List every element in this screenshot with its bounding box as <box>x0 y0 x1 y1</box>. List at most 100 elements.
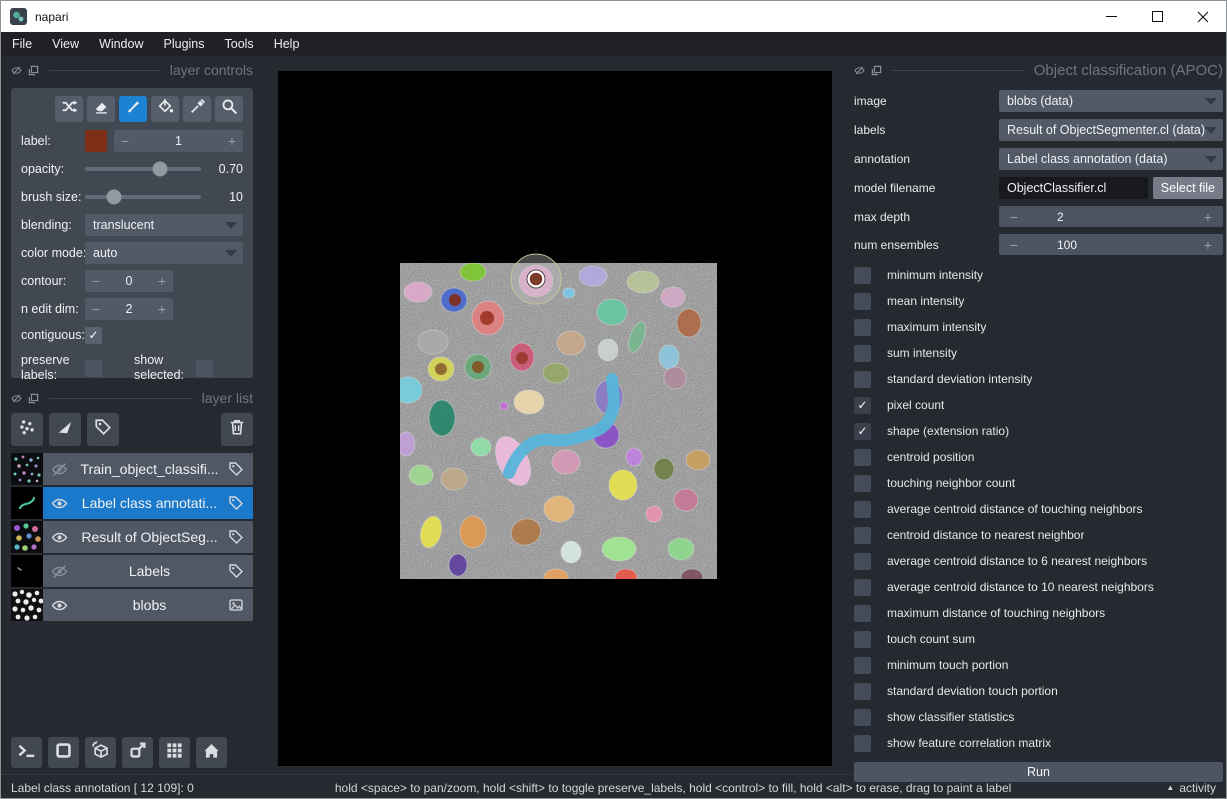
feature-checkbox[interactable] <box>854 345 871 362</box>
label-increment-button[interactable]: + <box>221 133 243 149</box>
feature-checkbox[interactable] <box>854 371 871 388</box>
activity-toggle[interactable]: ▲activity <box>1166 781 1216 795</box>
n-edit-dim-decrement-button[interactable]: − <box>85 301 107 317</box>
contour-spinbox[interactable]: − 0 + <box>85 270 173 292</box>
contour-decrement-button[interactable]: − <box>85 273 107 289</box>
feature-checkbox[interactable]: ✓ <box>854 397 871 414</box>
num-ensembles-spinbox[interactable]: − 100 + <box>999 234 1223 255</box>
feature-checkbox[interactable] <box>854 631 871 648</box>
new-shapes-layer-button[interactable] <box>49 413 81 446</box>
feature-checkbox[interactable] <box>854 449 871 466</box>
label-color-swatch[interactable] <box>85 130 107 152</box>
model-filename-input[interactable]: ObjectClassifier.cl <box>999 177 1148 199</box>
feature-checkbox[interactable] <box>854 657 871 674</box>
float-dock-icon[interactable] <box>28 65 39 76</box>
grid-button[interactable] <box>159 737 190 768</box>
feature-checkbox[interactable] <box>854 293 871 310</box>
brush-size-slider[interactable] <box>85 195 201 199</box>
layer-row-body[interactable]: Labels <box>43 555 253 587</box>
hide-dock-icon[interactable] <box>11 393 22 404</box>
feature-checkbox[interactable] <box>854 319 871 336</box>
transform-tool-button[interactable] <box>55 96 83 122</box>
minimize-button[interactable] <box>1088 1 1134 32</box>
menu-tools[interactable]: Tools <box>215 32 264 56</box>
feature-checkbox[interactable] <box>854 527 871 544</box>
opacity-slider[interactable] <box>85 167 201 171</box>
preserve-labels-checkbox[interactable] <box>85 360 102 377</box>
close-button[interactable] <box>1180 1 1226 32</box>
label-spinbox[interactable]: − 1 + <box>114 130 243 152</box>
menu-window[interactable]: Window <box>89 32 153 56</box>
num-ensembles-decrement-button[interactable]: − <box>999 237 1029 253</box>
eye-visible-icon[interactable] <box>51 529 71 546</box>
feature-checkbox[interactable] <box>854 267 871 284</box>
new-points-layer-button[interactable] <box>11 413 43 446</box>
feature-checkbox[interactable] <box>854 709 871 726</box>
home-button[interactable] <box>196 737 227 768</box>
feature-checkbox[interactable] <box>854 683 871 700</box>
menu-help[interactable]: Help <box>264 32 310 56</box>
layer-row[interactable]: Labels <box>11 555 253 587</box>
contour-value[interactable]: 0 <box>107 274 151 288</box>
float-dock-icon[interactable] <box>28 393 39 404</box>
opacity-slider-handle[interactable] <box>153 162 168 177</box>
max-depth-value[interactable]: 2 <box>1057 210 1064 224</box>
hide-dock-icon[interactable] <box>11 65 22 76</box>
feature-checkbox[interactable]: ✓ <box>854 423 871 440</box>
color-mode-dropdown[interactable]: auto <box>85 242 243 264</box>
max-depth-spinbox[interactable]: − 2 + <box>999 206 1223 227</box>
contiguous-checkbox[interactable]: ✓ <box>85 327 102 344</box>
layer-row[interactable]: Train_object_classifi... <box>11 453 253 485</box>
maximize-button[interactable] <box>1134 1 1180 32</box>
feature-checkbox[interactable] <box>854 605 871 622</box>
max-depth-decrement-button[interactable]: − <box>999 209 1029 225</box>
run-button[interactable]: Run <box>854 762 1223 782</box>
num-ensembles-value[interactable]: 100 <box>1057 238 1077 252</box>
feature-checkbox[interactable] <box>854 579 871 596</box>
contour-increment-button[interactable]: + <box>151 273 173 289</box>
fill-tool-button[interactable] <box>151 96 179 122</box>
new-labels-layer-button[interactable] <box>87 413 119 446</box>
brush-size-slider-handle[interactable] <box>107 190 122 205</box>
pick-color-tool-button[interactable] <box>183 96 211 122</box>
viewer-canvas[interactable] <box>278 71 832 766</box>
n-edit-dim-increment-button[interactable]: + <box>151 301 173 317</box>
roll-button[interactable] <box>85 737 116 768</box>
select-file-button[interactable]: Select file <box>1153 177 1223 199</box>
menu-view[interactable]: View <box>42 32 89 56</box>
blending-dropdown[interactable]: translucent <box>85 214 243 236</box>
labels-dropdown[interactable]: Result of ObjectSegmenter.cl (data) <box>999 119 1223 141</box>
eye-hidden-icon[interactable] <box>51 563 71 580</box>
num-ensembles-increment-button[interactable]: + <box>1193 237 1223 253</box>
eye-visible-icon[interactable] <box>51 495 71 512</box>
hide-dock-icon[interactable] <box>854 65 865 76</box>
layer-row-body[interactable]: blobs <box>43 589 253 621</box>
feature-checkbox[interactable] <box>854 475 871 492</box>
transpose-button[interactable] <box>122 737 153 768</box>
image-dropdown[interactable]: blobs (data) <box>999 90 1223 112</box>
max-depth-increment-button[interactable]: + <box>1193 209 1223 225</box>
layer-row[interactable]: Label class annotati... <box>11 487 253 519</box>
console-button[interactable] <box>11 737 42 768</box>
label-decrement-button[interactable]: − <box>114 133 136 149</box>
paint-tool-button[interactable] <box>119 96 147 122</box>
feature-checkbox[interactable] <box>854 553 871 570</box>
layer-row-body[interactable]: Train_object_classifi... <box>43 453 253 485</box>
float-dock-icon[interactable] <box>871 65 882 76</box>
eye-visible-icon[interactable] <box>51 597 71 614</box>
menu-plugins[interactable]: Plugins <box>154 32 215 56</box>
zoom-tool-button[interactable] <box>215 96 243 122</box>
eye-hidden-icon[interactable] <box>51 461 71 478</box>
show-selected-checkbox[interactable] <box>196 360 213 377</box>
layer-row[interactable]: blobs <box>11 589 253 621</box>
layer-row[interactable]: Result of ObjectSeg... <box>11 521 253 553</box>
menu-file[interactable]: File <box>2 32 42 56</box>
n-edit-dim-value[interactable]: 2 <box>107 302 151 316</box>
feature-checkbox[interactable] <box>854 735 871 752</box>
erase-tool-button[interactable] <box>87 96 115 122</box>
delete-layer-button[interactable] <box>221 413 253 446</box>
ndisplay-button[interactable] <box>48 737 79 768</box>
layer-row-body[interactable]: Label class annotati... <box>43 487 253 519</box>
annotation-dropdown[interactable]: Label class annotation (data) <box>999 148 1223 170</box>
label-value[interactable]: 1 <box>136 134 221 148</box>
